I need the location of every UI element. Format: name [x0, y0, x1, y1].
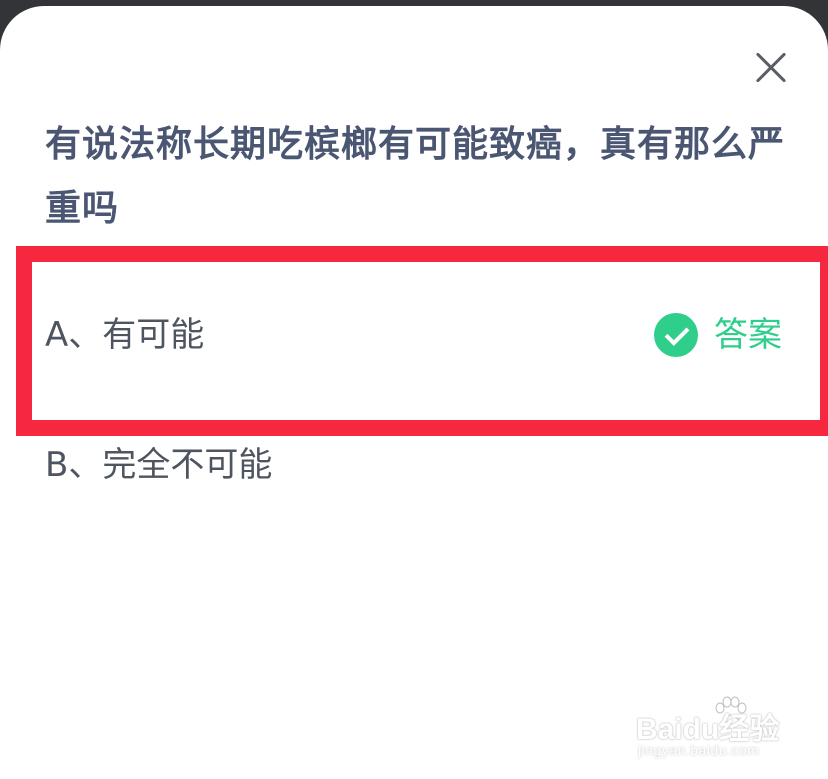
baidu-watermark: Baidu经验 jingyan.baidu.com — [632, 696, 792, 766]
quiz-dialog: 有说法称长期吃槟榔有可能致癌，真有那么严重吗 A、有可能 答案 B、完全不可能 … — [0, 6, 828, 779]
check-circle-icon — [654, 313, 698, 357]
watermark-url: jingyan.baidu.com — [638, 742, 760, 758]
option-a-label: A、有可能 — [45, 315, 205, 355]
question-text: 有说法称长期吃槟榔有可能致癌，真有那么严重吗 — [45, 124, 786, 229]
option-b[interactable]: B、完全不可能 — [45, 442, 785, 490]
close-icon[interactable] — [750, 48, 790, 88]
answer-tag: 答案 — [654, 312, 782, 358]
option-a[interactable]: A、有可能 答案 — [45, 312, 785, 360]
option-b-label: B、完全不可能 — [45, 445, 273, 485]
answer-label: 答案 — [714, 315, 782, 355]
